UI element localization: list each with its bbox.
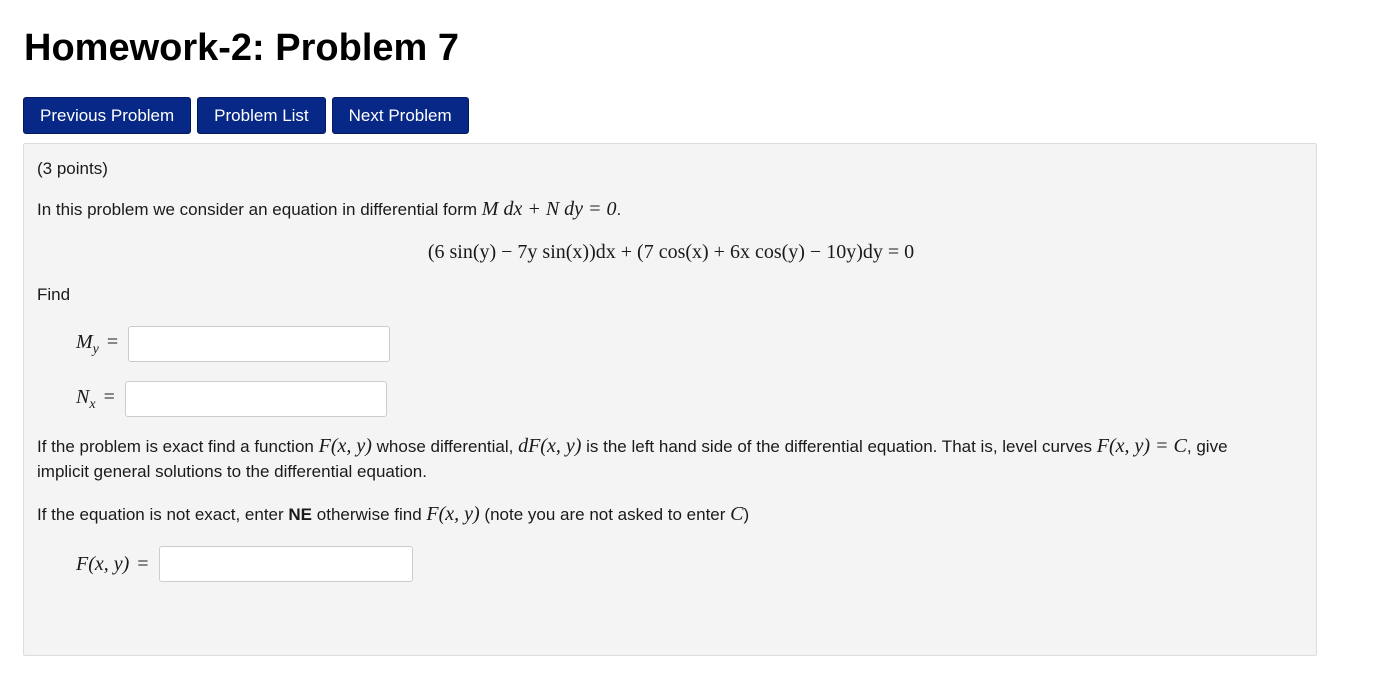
previous-problem-button[interactable]: Previous Problem — [23, 97, 192, 134]
intro-text: In this problem we consider an equation … — [37, 200, 478, 219]
points-text: (3 points) — [37, 159, 108, 178]
answer-row-f: F(x, y) = — [76, 546, 413, 582]
problem-navigation: Previous Problem Problem List Next Probl… — [23, 97, 469, 134]
ne-text-1: If the equation is not exact, enter — [37, 505, 284, 524]
intro-paragraph: In this problem we consider an equation … — [37, 198, 622, 220]
problem-panel: (3 points) In this problem we consider a… — [23, 143, 1317, 656]
page-title: Homework-2: Problem 7 — [24, 27, 459, 69]
exact-text-3: is the left hand side of the differentia… — [586, 437, 1093, 456]
ne-paragraph: If the equation is not exact, enter NE o… — [37, 502, 749, 527]
find-text: Find — [37, 285, 71, 304]
ne-text-3: (note you are not asked to enter — [484, 505, 726, 524]
my-label: My = — [76, 330, 119, 357]
exact-text-1: If the problem is exact find a function — [37, 437, 314, 456]
f-label: F(x, y) = — [76, 552, 149, 575]
answer-row-my: My = — [76, 326, 391, 362]
ne-math-C: C — [730, 503, 744, 525]
problem-list-button[interactable]: Problem List — [197, 97, 326, 134]
next-problem-button[interactable]: Next Problem — [331, 97, 469, 134]
ne-text-2: otherwise find — [316, 505, 422, 524]
exact-text-4: , give — [1186, 437, 1228, 456]
differential-equation: (6 sin(y) − 7y sin(x))dx + (7 cos(x) + 6… — [427, 241, 915, 263]
ne-bold: NE — [288, 505, 313, 524]
my-answer-input[interactable] — [128, 326, 391, 362]
exact-text-5: implicit general solutions to the differ… — [37, 462, 427, 481]
nx-label: Nx = — [76, 385, 115, 412]
exact-math-dF: dF(x, y) — [518, 435, 582, 457]
exact-paragraph: If the problem is exact find a function … — [37, 434, 1307, 484]
ne-text-4: ) — [743, 505, 750, 524]
nx-answer-input[interactable] — [124, 381, 387, 417]
exact-math-FC: F(x, y) = C — [1096, 435, 1187, 457]
f-answer-input[interactable] — [158, 546, 413, 582]
exact-math-F: F(x, y) — [318, 435, 372, 457]
intro-math: M dx + N dy = 0 — [481, 198, 617, 220]
ne-math-F: F(x, y) — [426, 503, 480, 525]
exact-text-2: whose differential, — [376, 437, 514, 456]
answer-row-nx: Nx = — [76, 381, 387, 417]
